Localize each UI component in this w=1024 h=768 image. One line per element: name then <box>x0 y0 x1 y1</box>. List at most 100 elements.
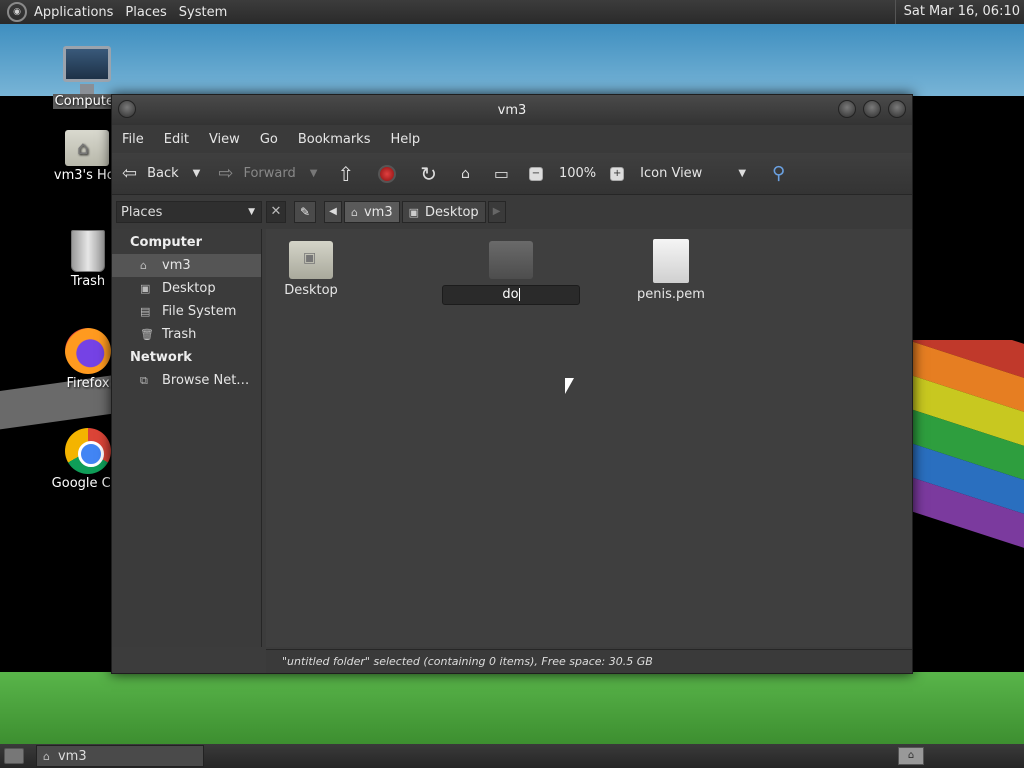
breadcrumb-left-button[interactable]: ◀ <box>324 201 342 223</box>
rename-input[interactable]: do <box>442 285 580 305</box>
view-mode-select[interactable]: Icon View ▼ <box>640 166 746 181</box>
menubar: File Edit View Go Bookmarks Help <box>112 125 912 153</box>
folder-icon: ⌂ <box>43 749 50 763</box>
search-button[interactable]: ⚲ <box>772 163 795 184</box>
back-history-dropdown-icon[interactable]: ▼ <box>193 168 201 179</box>
desktop-folder-icon: ▣ <box>140 282 151 295</box>
toolbar: ⇦ Back ▼ ⇨ Forward ▼ ⇧ ↻ ⌂ ▭ − 100% + Ic… <box>112 153 912 195</box>
sidebar-item-label: Browse Net… <box>162 373 250 388</box>
file-name: penis.pem <box>637 287 705 302</box>
places-menu[interactable]: Places <box>125 5 166 20</box>
chevron-down-icon: ▼ <box>738 168 747 179</box>
sidebar-item-desktop[interactable]: ▣ Desktop <box>112 277 261 300</box>
sidebar-item-label: vm3 <box>162 258 191 273</box>
wallpaper-rainbow <box>912 340 1024 570</box>
system-menu[interactable]: System <box>179 5 227 20</box>
breadcrumb-desktop[interactable]: ▣ Desktop <box>401 201 486 223</box>
folder-icon <box>489 241 533 279</box>
computer-icon <box>63 46 111 94</box>
menu-file[interactable]: File <box>122 132 144 147</box>
top-panel: ◉ Applications Places System Sat Mar 16,… <box>0 0 1024 24</box>
rename-input-value: do <box>502 287 519 302</box>
zoom-level[interactable]: 100% <box>559 166 596 181</box>
sidebar-type-label: Places <box>121 204 163 220</box>
file-view[interactable]: ▣ Desktop do penis.pem <box>266 229 912 647</box>
taskbar-window-vm3[interactable]: ⌂ vm3 <box>36 745 204 767</box>
location-bar: Places ▼ ✕ ✎ ◀ ⌂ vm3 ▣ Desktop ▶ <box>112 195 912 229</box>
home-icon: ⌂ <box>140 259 147 272</box>
home-button[interactable]: ⌂ <box>461 166 480 182</box>
sidebar-item-file-system[interactable]: ▤ File System <box>112 300 261 323</box>
show-desktop-button[interactable] <box>4 748 24 764</box>
up-button[interactable]: ⇧ <box>337 162 364 186</box>
close-sidebar-button[interactable]: ✕ <box>266 201 286 223</box>
stop-button[interactable] <box>378 164 397 183</box>
sidebar-item-label: Desktop <box>162 281 216 296</box>
file-item-penis-pem[interactable]: penis.pem <box>606 239 736 302</box>
maximize-button[interactable] <box>863 100 881 118</box>
close-button[interactable] <box>888 100 906 118</box>
desktop-folder-icon: ▣ <box>408 205 420 219</box>
reload-button[interactable]: ↻ <box>420 162 447 186</box>
text-caret <box>518 288 520 301</box>
minimize-button[interactable] <box>838 100 856 118</box>
clock[interactable]: Sat Mar 16, 06:10 <box>894 0 1024 24</box>
search-icon: ⚲ <box>772 163 786 184</box>
back-button[interactable]: ⇦ Back ▼ <box>122 163 200 184</box>
breadcrumb-label: Desktop <box>425 204 479 220</box>
forward-arrow-icon: ⇨ <box>218 163 234 184</box>
status-bar: "untitled folder" selected (containing 0… <box>266 649 912 673</box>
edit-location-button[interactable]: ✎ <box>294 201 316 223</box>
menu-bookmarks[interactable]: Bookmarks <box>298 132 371 147</box>
view-mode-label: Icon View <box>640 166 703 181</box>
desktop-folder-icon: ▣ <box>289 241 333 279</box>
text-file-icon <box>653 239 689 283</box>
menu-view[interactable]: View <box>209 132 240 147</box>
file-item-untitled-folder[interactable]: do <box>441 241 581 305</box>
forward-label: Forward <box>243 166 296 181</box>
applications-menu[interactable]: Applications <box>34 5 113 20</box>
file-name: Desktop <box>284 283 338 298</box>
file-item-desktop[interactable]: ▣ Desktop <box>246 241 376 298</box>
sidebar-item-label: Trash <box>162 327 197 342</box>
back-label: Back <box>147 166 179 181</box>
sidebar-item-label: File System <box>162 304 237 319</box>
home-icon: ⌂ <box>460 165 470 182</box>
up-arrow-icon: ⇧ <box>337 161 355 186</box>
zoom-in-icon: + <box>610 166 625 181</box>
back-arrow-icon: ⇦ <box>122 163 138 184</box>
menu-edit[interactable]: Edit <box>164 132 189 147</box>
breadcrumb-right-button[interactable]: ▶ <box>487 201 506 223</box>
distro-logo-icon[interactable]: ◉ <box>7 2 27 22</box>
zoom-in-button[interactable]: + <box>610 166 630 181</box>
trash-icon: 🗑 <box>140 328 154 341</box>
forward-history-dropdown-icon[interactable]: ▼ <box>310 168 318 179</box>
breadcrumb-label: vm3 <box>363 204 393 220</box>
file-manager-window: vm3 File Edit View Go Bookmarks Help ⇦ B… <box>111 94 913 674</box>
workspace-switcher[interactable]: ⌂ <box>898 747 924 765</box>
sidebar-item-trash[interactable]: 🗑 Trash <box>112 323 261 346</box>
chrome-icon <box>65 428 111 474</box>
zoom-out-button[interactable]: − <box>528 166 549 181</box>
menu-help[interactable]: Help <box>390 132 420 147</box>
mouse-cursor-icon <box>565 378 574 394</box>
network-icon: ⧉ <box>140 374 148 387</box>
sidebar-item-browse-network[interactable]: ⧉ Browse Net… <box>112 369 261 392</box>
forward-button[interactable]: ⇨ Forward ▼ <box>218 163 317 184</box>
menu-go[interactable]: Go <box>260 132 278 147</box>
sidebar-heading-computer: Computer <box>130 235 203 250</box>
computer-small-icon: ▭ <box>493 164 509 183</box>
sidebar-type-select[interactable]: Places ▼ <box>116 201 262 223</box>
window-titlebar[interactable]: vm3 <box>112 95 912 125</box>
home-icon: ⌂ <box>351 205 358 219</box>
window-menu-button[interactable] <box>118 100 136 118</box>
bottom-panel: ⌂ vm3 ⌂ <box>0 744 1024 768</box>
drive-icon: ▤ <box>140 305 151 318</box>
wallpaper-grass <box>0 672 1024 744</box>
breadcrumb-vm3[interactable]: ⌂ vm3 <box>344 201 400 223</box>
firefox-icon <box>65 328 111 374</box>
window-title: vm3 <box>497 102 527 118</box>
sidebar-item-vm3[interactable]: ⌂ vm3 <box>112 254 261 277</box>
computer-button[interactable]: ▭ <box>494 164 519 183</box>
reload-icon: ↻ <box>420 161 437 186</box>
